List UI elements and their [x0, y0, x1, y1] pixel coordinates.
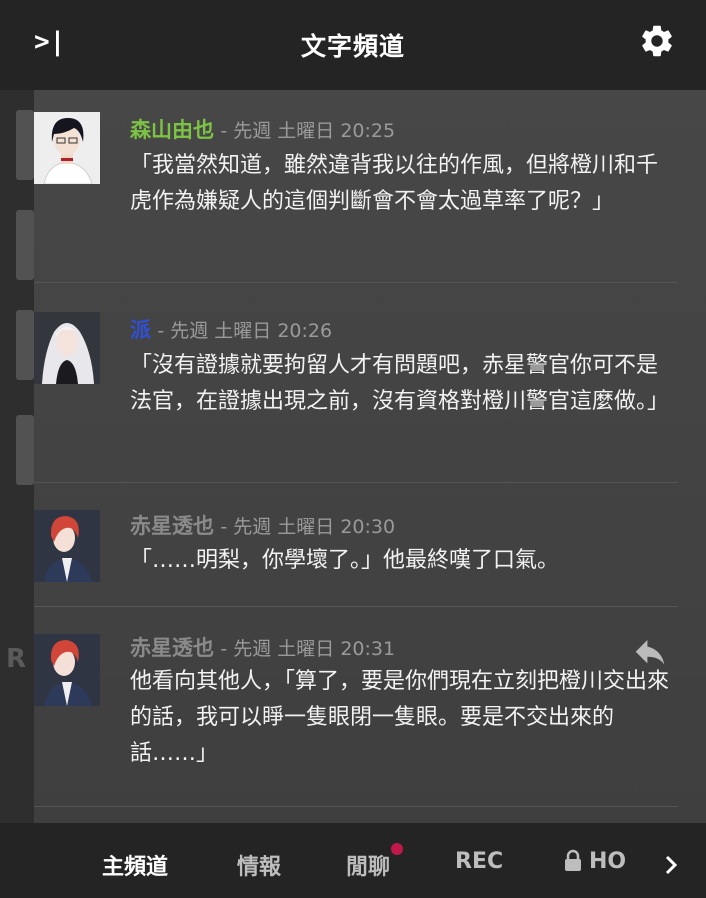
underlying-page-edge: R — [0, 90, 34, 823]
message-meta: 赤星透也 - 先週 土曜日 20:31 — [130, 632, 395, 662]
avatar[interactable] — [34, 112, 100, 184]
message-meta: 赤星透也 - 先週 土曜日 20:30 — [130, 510, 395, 540]
message-text: 「我當然知道，雖然違背我以往的作風，但將橙川和千虎作為嫌疑人的這個判斷會不會太過… — [130, 153, 659, 214]
reply-icon[interactable] — [634, 640, 666, 666]
tab-chat[interactable]: 閒聊 — [346, 849, 390, 881]
message-meta: 森山由也 - 先週 土曜日 20:25 — [130, 114, 395, 144]
channel-header: >| 文字頻道 — [0, 0, 706, 90]
page-title: 文字頻道 — [300, 32, 405, 61]
background-letter: R — [6, 644, 27, 674]
avatar[interactable] — [34, 510, 100, 582]
tab-main-channel[interactable]: 主頻道 — [102, 849, 168, 881]
chevron-right-icon[interactable] — [662, 853, 680, 877]
timestamp: - 先週 土曜日 20:26 — [157, 320, 333, 342]
tab-ho[interactable]: HO — [563, 849, 641, 877]
author-name[interactable]: 派 — [130, 318, 151, 342]
collapse-right-icon[interactable]: >| — [34, 28, 66, 56]
timestamp: - 先週 土曜日 20:30 — [220, 516, 396, 538]
background-stub — [16, 415, 34, 485]
message-meta: 派 - 先週 土曜日 20:26 — [130, 314, 332, 344]
message-item[interactable]: 森山由也 - 先週 土曜日 20:25 「我當然知道，雖然違背我以往的作風，但將… — [34, 90, 678, 283]
unread-badge — [391, 843, 403, 855]
message-text: 他看向其他人，「算了，要是你們現在立刻把橙川交出來的話，我可以睜一隻眼閉一隻眼。… — [130, 669, 670, 766]
message-list[interactable]: 森山由也 - 先週 土曜日 20:25 「我當然知道，雖然違背我以往的作風，但將… — [34, 90, 706, 823]
message-item[interactable]: 赤星透也 - 先週 土曜日 20:30 「……明梨，你學壞了。」他最終嘆了口氣。 — [34, 482, 678, 607]
message-item[interactable]: 赤星透也 - 先週 土曜日 20:31 他看向其他人，「算了，要是你們現在立刻把… — [34, 606, 678, 807]
author-name[interactable]: 森山由也 — [130, 118, 214, 142]
avatar[interactable] — [34, 312, 100, 384]
tab-ho-label: HO — [589, 849, 627, 874]
gear-icon[interactable] — [638, 22, 676, 60]
message-item[interactable]: 派 - 先週 土曜日 20:26 「沒有證據就要拘留人才有問題吧，赤星警官你可不… — [34, 282, 678, 483]
message-text: 「……明梨，你學壞了。」他最終嘆了口氣。 — [130, 548, 560, 573]
tab-rec[interactable]: REC — [455, 849, 503, 874]
channel-tab-bar: 主頻道 情報 閒聊 REC HO — [0, 823, 706, 898]
lock-icon — [563, 849, 583, 877]
tab-intel[interactable]: 情報 — [237, 849, 281, 881]
avatar[interactable] — [34, 634, 100, 706]
background-stub — [16, 210, 34, 280]
message-text: 「沒有證據就要拘留人才有問題吧，赤星警官你可不是法官，在證據出現之前，沒有資格對… — [130, 353, 670, 414]
background-stub — [16, 310, 34, 380]
timestamp: - 先週 土曜日 20:31 — [220, 638, 396, 660]
author-name[interactable]: 赤星透也 — [130, 636, 214, 660]
background-stub — [16, 110, 34, 180]
timestamp: - 先週 土曜日 20:25 — [220, 120, 396, 142]
author-name[interactable]: 赤星透也 — [130, 514, 214, 538]
